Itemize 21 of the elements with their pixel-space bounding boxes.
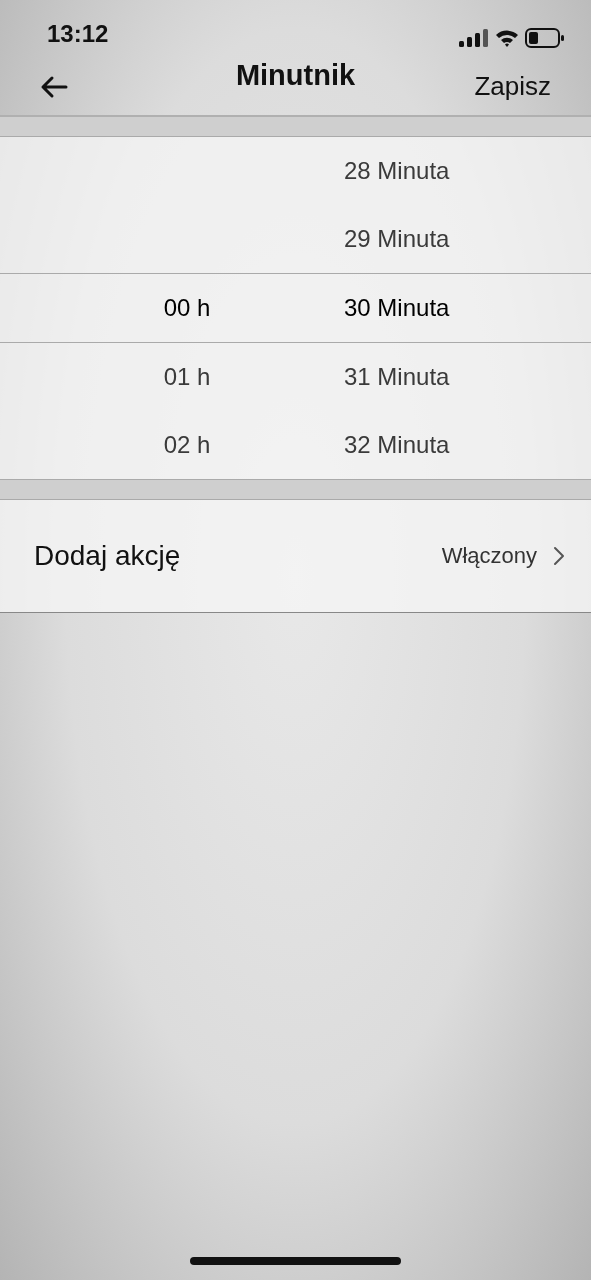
minute-option[interactable]: 29 Minuta bbox=[344, 225, 450, 253]
status-time: 13:12 bbox=[47, 20, 109, 48]
battery-icon bbox=[525, 28, 565, 48]
time-picker[interactable]: 28 Minuta 29 Minuta 00 h 30 Minuta 01 h 31 Minuta 02 h 32 Minuta bbox=[0, 137, 591, 480]
minute-option[interactable]: 28 Minuta bbox=[344, 157, 450, 185]
minute-option[interactable]: 32 Minuta bbox=[344, 431, 450, 459]
hour-option[interactable]: 01 h bbox=[163, 363, 211, 391]
back-arrow-icon bbox=[40, 74, 68, 99]
minute-option[interactable]: 31 Minuta bbox=[344, 363, 450, 391]
hour-option[interactable]: 02 h bbox=[163, 431, 211, 459]
screen-title: Minutnik bbox=[235, 59, 356, 92]
row-label: Dodaj akcję bbox=[34, 540, 182, 572]
back-button[interactable] bbox=[40, 74, 68, 99]
save-button[interactable]: Zapisz bbox=[474, 71, 551, 102]
row-value: Włączony bbox=[441, 543, 537, 569]
hour-option[interactable]: 00 h bbox=[163, 294, 211, 322]
add-action-row[interactable]: Dodaj akcję Włączony bbox=[0, 500, 591, 613]
wifi-icon bbox=[495, 29, 519, 47]
minute-option[interactable]: 30 Minuta bbox=[344, 294, 450, 322]
signal-icon bbox=[459, 29, 489, 47]
chevron-right-icon bbox=[553, 546, 565, 566]
